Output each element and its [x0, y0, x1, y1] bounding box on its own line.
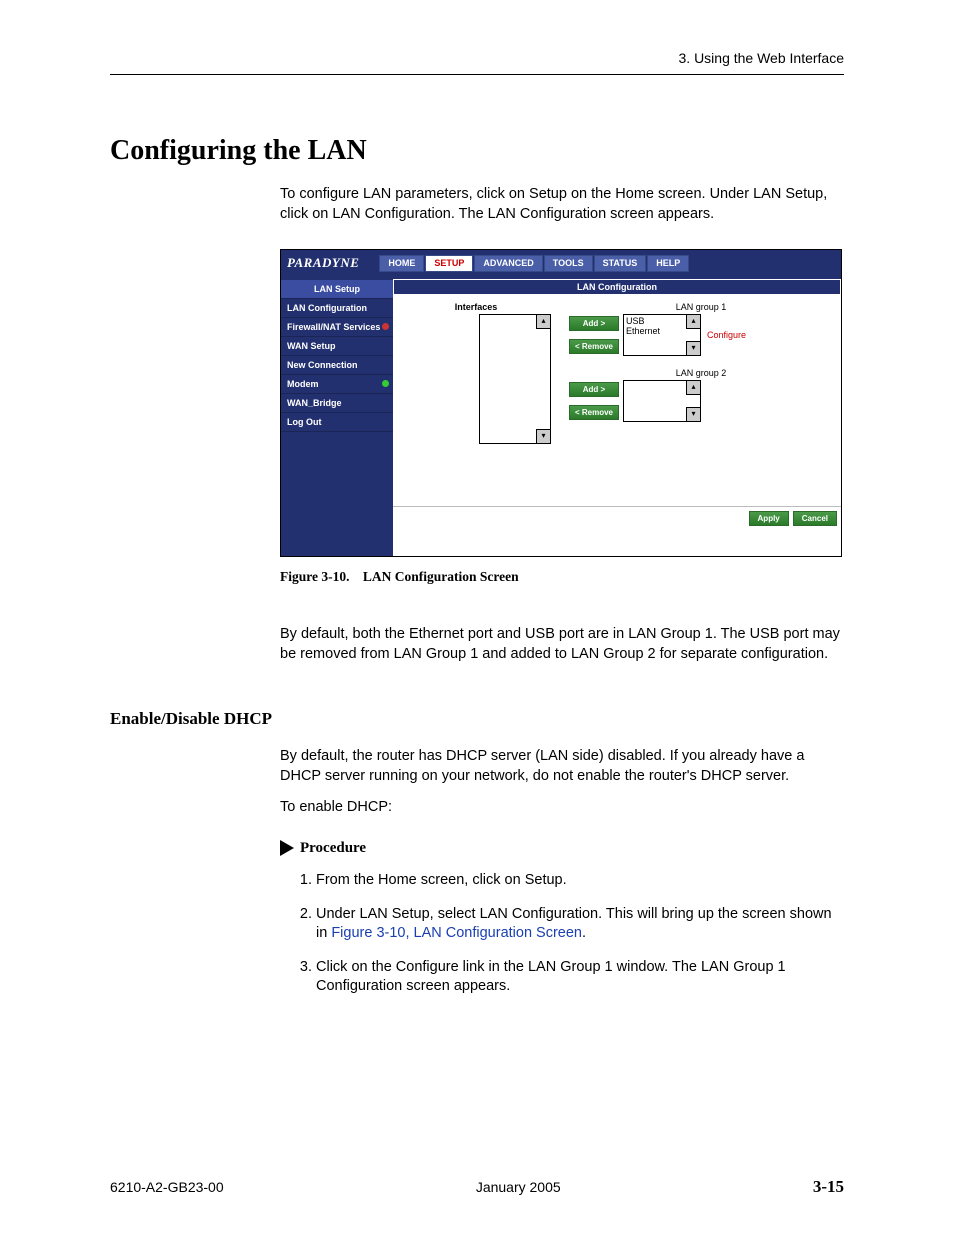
sidebar-header: LAN Setup	[281, 280, 393, 299]
scroll-up-icon[interactable]: ▴	[536, 314, 551, 329]
procedure-heading: Procedure	[280, 840, 844, 857]
screenshot-topbar: PARADYNE HOME SETUP ADVANCED TOOLS STATU…	[281, 250, 841, 276]
intro-paragraph: To configure LAN parameters, click on Se…	[280, 185, 844, 224]
sidebar: LAN Setup LAN Configuration Firewall/NAT…	[281, 276, 393, 556]
group1-listbox[interactable]: USB Ethernet ▴ ▾	[623, 314, 701, 356]
remove-button-g2[interactable]: < Remove	[569, 405, 619, 420]
sidebar-item-wan-setup[interactable]: WAN Setup	[281, 337, 393, 356]
scroll-down-icon[interactable]: ▾	[536, 429, 551, 444]
group2-title: LAN group 2	[569, 368, 833, 378]
interfaces-label: Interfaces	[401, 302, 551, 312]
sidebar-item-wan-bridge[interactable]: WAN_Bridge	[281, 394, 393, 413]
scroll-down-icon[interactable]: ▾	[686, 407, 701, 422]
panel-footer: Apply Cancel	[393, 506, 841, 530]
dhcp-subheading: Enable/Disable DHCP	[110, 709, 844, 729]
after-figure-para: By default, both the Ethernet port and U…	[280, 625, 844, 664]
sidebar-item-logout[interactable]: Log Out	[281, 413, 393, 432]
cancel-button[interactable]: Cancel	[793, 511, 837, 526]
apply-button[interactable]: Apply	[749, 511, 789, 526]
interfaces-listbox[interactable]: ▴ ▾	[479, 314, 551, 444]
sidebar-item-modem[interactable]: Modem	[281, 375, 393, 394]
scroll-down-icon[interactable]: ▾	[686, 341, 701, 356]
lan-config-screenshot: PARADYNE HOME SETUP ADVANCED TOOLS STATU…	[280, 249, 842, 557]
status-dot-green-icon	[382, 380, 389, 387]
configure-link-g1[interactable]: Configure	[705, 330, 746, 340]
tab-setup[interactable]: SETUP	[425, 255, 473, 272]
panel-title: LAN Configuration	[394, 280, 840, 294]
figure-number: Figure 3-10.	[280, 569, 350, 584]
add-button-g1[interactable]: Add >	[569, 316, 619, 331]
footer-doc-id: 6210-A2-GB23-00	[110, 1179, 224, 1195]
main-panel: LAN Configuration Interfaces ▴ ▾ LAN gro…	[393, 276, 841, 556]
scroll-up-icon[interactable]: ▴	[686, 314, 701, 329]
step-2: Under LAN Setup, select LAN Configuratio…	[316, 905, 844, 944]
procedure-arrow-icon	[280, 840, 294, 856]
header-rule	[110, 74, 844, 75]
header-section: 3. Using the Web Interface	[110, 50, 844, 70]
tab-tools[interactable]: TOOLS	[544, 255, 593, 272]
figure-caption: Figure 3-10. LAN Configuration Screen	[280, 569, 844, 585]
tab-advanced[interactable]: ADVANCED	[474, 255, 542, 272]
scroll-up-icon[interactable]: ▴	[686, 380, 701, 395]
tab-help[interactable]: HELP	[647, 255, 689, 272]
page-footer: 6210-A2-GB23-00 January 2005 3-15	[110, 1177, 844, 1197]
sidebar-item-firewall[interactable]: Firewall/NAT Services	[281, 318, 393, 337]
sidebar-item-lan-config[interactable]: LAN Configuration	[281, 299, 393, 318]
figure-ref-link[interactable]: Figure 3-10, LAN Configuration Screen	[331, 925, 582, 941]
procedure-label: Procedure	[300, 840, 366, 857]
step-3: Click on the Configure link in the LAN G…	[316, 958, 844, 997]
page-title: Configuring the LAN	[110, 135, 844, 167]
footer-date: January 2005	[476, 1179, 561, 1195]
procedure-list: From the Home screen, click on Setup. Un…	[298, 871, 844, 997]
status-dot-red-icon	[382, 323, 389, 330]
tab-home[interactable]: HOME	[379, 255, 424, 272]
figure-title: LAN Configuration Screen	[363, 569, 519, 584]
step-1: From the Home screen, click on Setup.	[316, 871, 844, 891]
tab-status[interactable]: STATUS	[594, 255, 647, 272]
group1-title: LAN group 1	[569, 302, 833, 312]
group2-listbox[interactable]: ▴ ▾	[623, 380, 701, 422]
dhcp-para1: By default, the router has DHCP server (…	[280, 747, 844, 786]
dhcp-para2: To enable DHCP:	[280, 798, 844, 818]
sidebar-item-new-connection[interactable]: New Connection	[281, 356, 393, 375]
remove-button-g1[interactable]: < Remove	[569, 339, 619, 354]
add-button-g2[interactable]: Add >	[569, 382, 619, 397]
footer-page-num: 3-15	[813, 1177, 844, 1197]
brand-logo: PARADYNE	[287, 255, 379, 271]
